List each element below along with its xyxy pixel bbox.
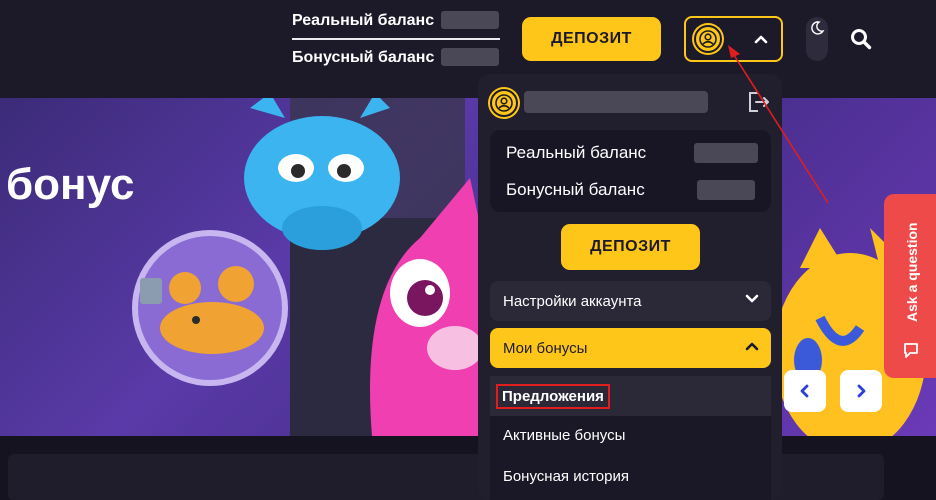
annotation-arrow (728, 45, 829, 204)
